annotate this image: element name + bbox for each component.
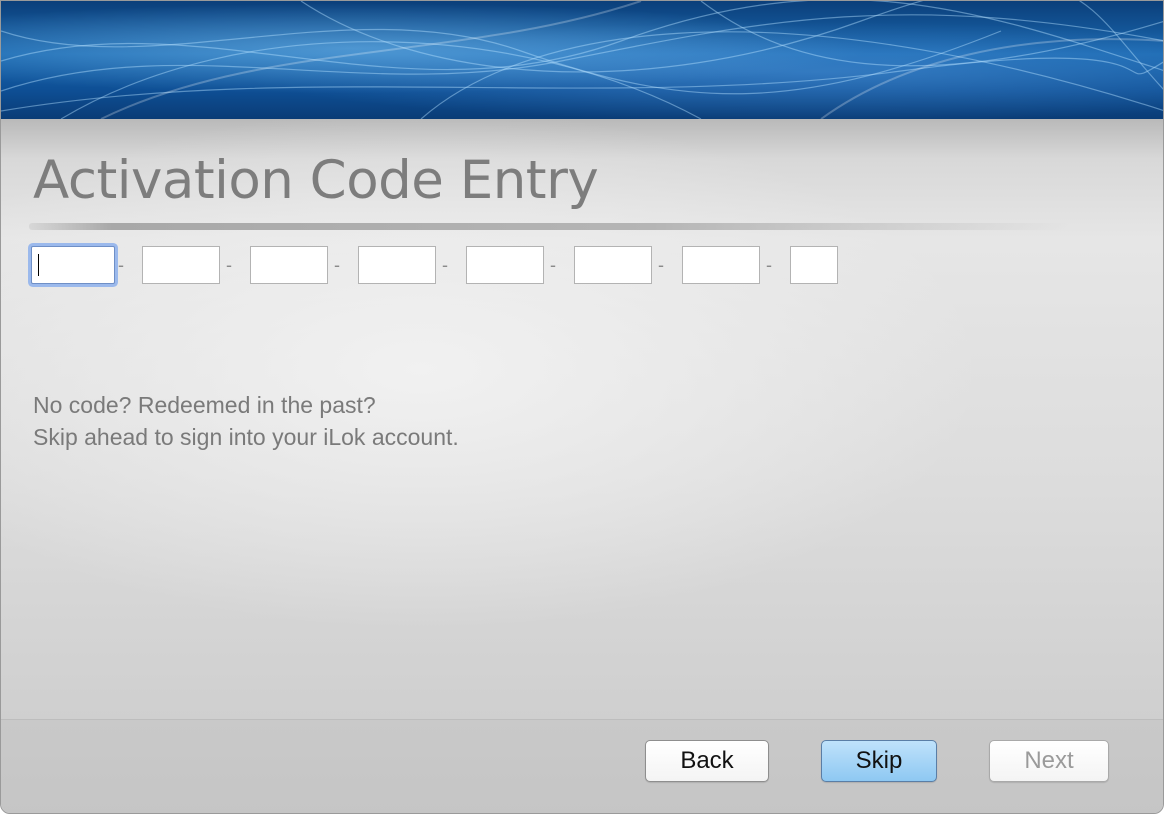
code-field-4[interactable]: [358, 246, 436, 284]
help-line-1: No code? Redeemed in the past?: [33, 392, 376, 418]
activation-window: Activation Code Entry - - - - - - - No c…: [0, 0, 1164, 814]
banner-swirl-graphic: [1, 1, 1163, 119]
code-field-6[interactable]: [574, 246, 652, 284]
code-separator: -: [334, 255, 340, 275]
help-line-2: Skip ahead to sign into your iLok accoun…: [33, 424, 459, 450]
code-separator: -: [442, 255, 448, 275]
code-field-8[interactable]: [790, 246, 838, 284]
title-divider: [29, 223, 1069, 230]
header-banner: [1, 1, 1163, 119]
code-separator: -: [226, 255, 232, 275]
code-field-7[interactable]: [682, 246, 760, 284]
skip-button[interactable]: Skip: [821, 740, 937, 782]
page-title: Activation Code Entry: [33, 150, 599, 211]
next-button[interactable]: Next: [989, 740, 1109, 782]
text-caret: [38, 254, 39, 276]
button-bar: Back Skip Next: [1, 719, 1163, 813]
code-field-1[interactable]: [31, 246, 115, 284]
help-text: No code? Redeemed in the past? Skip ahea…: [33, 389, 459, 453]
code-separator: -: [766, 255, 772, 275]
code-separator: -: [550, 255, 556, 275]
code-field-5[interactable]: [466, 246, 544, 284]
code-separator: -: [118, 255, 124, 275]
code-field-2[interactable]: [142, 246, 220, 284]
code-field-3[interactable]: [250, 246, 328, 284]
code-separator: -: [658, 255, 664, 275]
back-button[interactable]: Back: [645, 740, 769, 782]
main-content: Activation Code Entry - - - - - - - No c…: [1, 119, 1163, 719]
